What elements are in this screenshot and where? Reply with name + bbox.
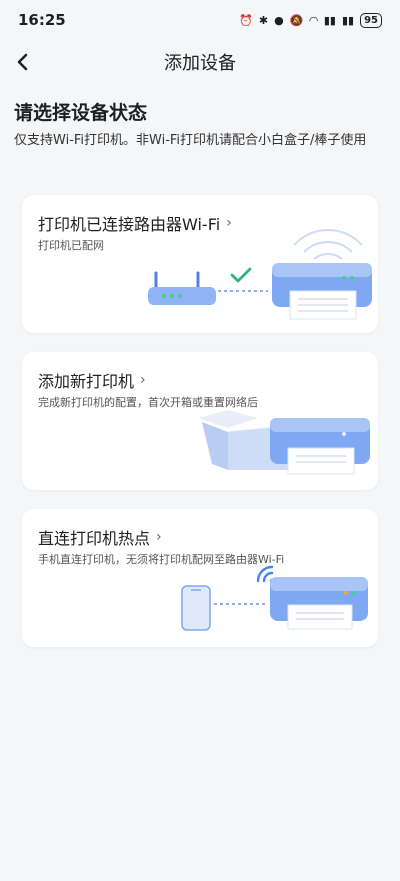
card-new-printer[interactable]: 添加新打印机 › 完成新打印机的配置，首次开箱或重置网络后 (22, 352, 378, 490)
status-icons: ⏰ ✱ ● 🔕 ◠ ▮▮ ▮▮ 95 (239, 12, 382, 28)
wifi-icon: ◠ (309, 13, 318, 27)
printer-icon (272, 263, 372, 320)
card-router-connected[interactable]: 打印机已连接路由器Wi-Fi › 打印机已配网 (22, 195, 378, 333)
nav-bar: 添加设备 (0, 42, 400, 82)
hotspot-illustration (181, 565, 368, 631)
wifi-waves-icon (293, 228, 363, 260)
unboxing-illustration (198, 410, 370, 475)
wifi-signal-icon (256, 565, 274, 583)
back-button[interactable] (8, 48, 36, 76)
status-time: 16:25 (18, 11, 66, 29)
router-printer-illustration (148, 228, 372, 320)
alarm-icon: ⏰ (239, 13, 253, 27)
signal-2-icon: ▮▮ (341, 13, 355, 27)
mute-icon: 🔕 (289, 13, 304, 27)
status-bar: 16:25 ⏰ ✱ ● 🔕 ◠ ▮▮ ▮▮ 95 (0, 0, 400, 40)
bluetooth-icon: ✱ (258, 13, 269, 27)
check-icon (230, 267, 252, 283)
chevron-left-icon (17, 53, 28, 71)
signal-icon: ▮▮ (323, 13, 336, 27)
section-heading: 请选择设备状态 (14, 102, 148, 124)
printer-icon (270, 577, 368, 630)
phone-icon (181, 585, 211, 631)
section-description: 仅支持Wi-Fi打印机。非Wi-Fi打印机请配合小白盒子/棒子使用 (14, 133, 367, 148)
location-icon: ● (274, 13, 284, 27)
page-title: 添加设备 (164, 53, 236, 74)
battery-indicator: 95 (360, 12, 382, 28)
router-icon (148, 271, 216, 305)
card-direct-hotspot[interactable]: 直连打印机热点 › 手机直连打印机，无须将打印机配网至路由器Wi-Fi (22, 509, 378, 647)
